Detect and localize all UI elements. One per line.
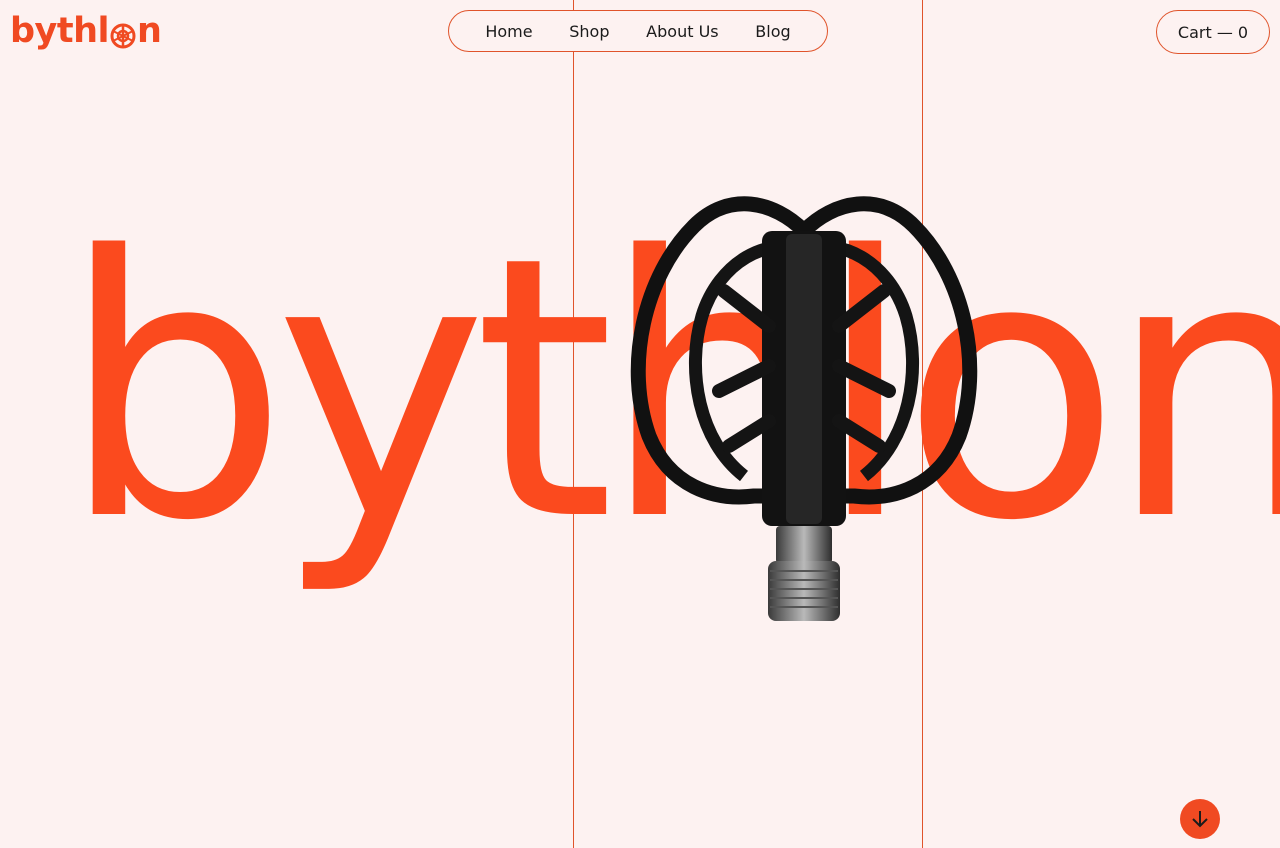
nav-item-blog[interactable]: Blog bbox=[755, 22, 790, 41]
main-nav: Home Shop About Us Blog bbox=[448, 10, 828, 52]
pedal-wheel-icon bbox=[110, 21, 136, 49]
nav-item-about-us[interactable]: About Us bbox=[646, 22, 718, 41]
logo-text-l: l bbox=[97, 10, 110, 51]
bike-pedal-image bbox=[630, 196, 978, 621]
cart-button[interactable]: Cart — 0 bbox=[1156, 10, 1270, 54]
nav-item-home[interactable]: Home bbox=[485, 22, 532, 41]
arrow-down-icon bbox=[1192, 811, 1208, 828]
logo-text-end: n bbox=[137, 10, 162, 51]
nav-item-shop[interactable]: Shop bbox=[569, 22, 609, 41]
site-logo[interactable]: byth l n bbox=[10, 6, 162, 56]
logo-text-start: byth bbox=[10, 10, 98, 51]
scroll-down-button[interactable] bbox=[1180, 799, 1220, 839]
